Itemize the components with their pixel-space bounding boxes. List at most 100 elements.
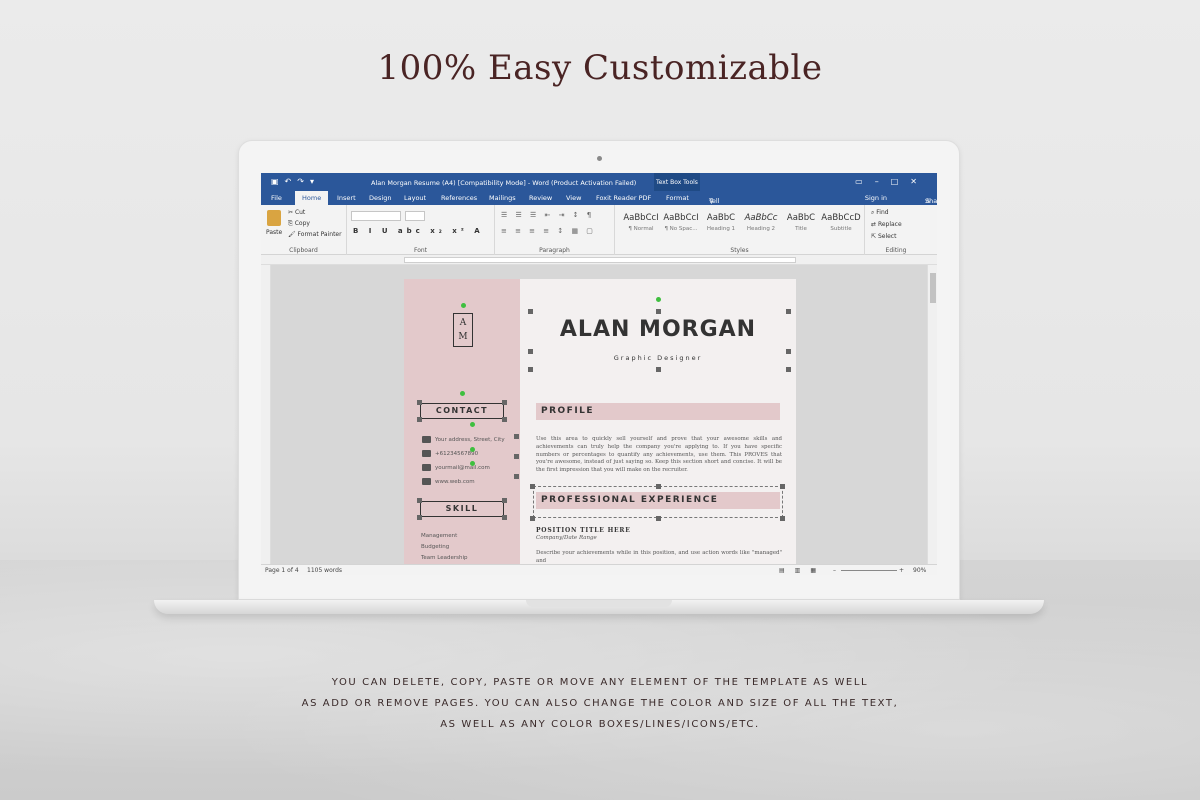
resize-handle[interactable] [502, 417, 507, 422]
rotate-handle[interactable] [461, 303, 466, 308]
font-format-buttons[interactable]: B I U abc x₂ x² A [353, 227, 484, 235]
zoom-in-icon[interactable]: + [899, 567, 904, 574]
profile-text[interactable]: Use this area to quickly sell yourself a… [536, 436, 782, 475]
horizontal-ruler[interactable] [261, 255, 937, 265]
contact-heading[interactable]: CONTACT [420, 403, 504, 419]
style-heading-2[interactable]: AaBbCc Heading 2 [741, 209, 781, 237]
experience-heading[interactable]: PROFESSIONAL EXPERIENCE [536, 492, 780, 509]
resize-handle[interactable] [528, 309, 533, 314]
zoom-out-icon[interactable]: – [833, 567, 836, 574]
select-button[interactable]: ⇱ Select [871, 233, 896, 240]
contact-web[interactable]: www.web.com [422, 478, 475, 485]
contact-email[interactable]: yourmail@mail.com [422, 464, 490, 471]
tab-references[interactable]: References [441, 194, 477, 202]
list-buttons[interactable]: ☰ ☰ ☰ ⇤ ⇥ ↕ ¶ [501, 211, 594, 219]
rotate-handle[interactable] [656, 297, 661, 302]
tab-design[interactable]: Design [369, 194, 391, 202]
resize-handle[interactable] [417, 515, 422, 520]
style-no-spacing[interactable]: AaBbCcI ¶ No Spac... [661, 209, 701, 237]
vertical-scrollbar[interactable] [927, 265, 937, 564]
rotate-handle[interactable] [470, 447, 475, 452]
view-buttons[interactable]: ▤▥▦ [779, 567, 826, 574]
resize-handle[interactable] [786, 367, 791, 372]
resize-handle[interactable] [514, 434, 519, 439]
resize-handle[interactable] [514, 454, 519, 459]
resize-handle[interactable] [417, 498, 422, 503]
page-count[interactable]: Page 1 of 4 [265, 567, 299, 574]
document-area[interactable]: A M CONTACT Your address, Street, City +… [261, 265, 937, 564]
copy-button[interactable]: ⎘ Copy [288, 220, 310, 228]
resize-handle[interactable] [502, 400, 507, 405]
tab-file[interactable]: File [271, 194, 282, 202]
profile-heading[interactable]: PROFILE [536, 403, 780, 420]
tab-format[interactable]: Format [666, 194, 689, 202]
resize-handle[interactable] [417, 417, 422, 422]
skill-heading[interactable]: SKILL [420, 501, 504, 517]
format-painter-label: Format Painter [297, 231, 342, 238]
resume-role[interactable]: Graphic Designer [528, 354, 788, 362]
resize-handle[interactable] [786, 349, 791, 354]
word-count[interactable]: 1105 words [307, 567, 342, 574]
resize-handle[interactable] [514, 474, 519, 479]
quick-access-icons[interactable]: ▣↶↷▾ [271, 177, 320, 186]
resize-handle[interactable] [656, 367, 661, 372]
font-size-box[interactable] [405, 211, 425, 221]
monogram[interactable]: A M [453, 313, 473, 347]
position-title[interactable]: POSITION TITLE HERE [536, 527, 631, 534]
vertical-ruler[interactable] [261, 265, 271, 564]
format-painter-button[interactable]: 🖌 Format Painter [288, 231, 342, 238]
zoom-slider[interactable] [841, 570, 897, 571]
skill-item[interactable]: Management [421, 533, 457, 539]
scroll-thumb[interactable] [930, 273, 936, 303]
style-heading-1[interactable]: AaBbC Heading 1 [701, 209, 741, 237]
paragraph-group: ☰ ☰ ☰ ⇤ ⇥ ↕ ¶ ≡ ≡ ≡ ≡ ↕ ▦ ▢ Paragraph [495, 205, 615, 255]
skill-item[interactable]: Team Leadership [421, 555, 468, 561]
rotate-handle[interactable] [460, 391, 465, 396]
resize-handle[interactable] [656, 516, 661, 521]
resize-handle[interactable] [530, 516, 535, 521]
resize-handle[interactable] [656, 484, 661, 489]
font-name-box[interactable] [351, 211, 401, 221]
resize-handle[interactable] [530, 484, 535, 489]
style-preview: AaBbCcI [663, 213, 699, 223]
monogram-letter-2: M [458, 332, 468, 342]
resize-handle[interactable] [786, 309, 791, 314]
align-buttons[interactable]: ≡ ≡ ≡ ≡ ↕ ▦ ▢ [501, 227, 596, 235]
resize-handle[interactable] [528, 367, 533, 372]
find-button[interactable]: ⌕ Find [871, 209, 889, 217]
resize-handle[interactable] [780, 484, 785, 489]
tab-mailings[interactable]: Mailings [489, 194, 516, 202]
resize-handle[interactable] [502, 515, 507, 520]
share-label: Share [925, 197, 937, 205]
resume-page[interactable]: A M CONTACT Your address, Street, City +… [404, 279, 796, 564]
style-normal[interactable]: AaBbCcI ¶ Normal [621, 209, 661, 237]
resize-handle[interactable] [528, 349, 533, 354]
style-title[interactable]: AaBbC Title [781, 209, 821, 237]
rotate-handle[interactable] [470, 461, 475, 466]
paste-icon[interactable] [267, 210, 281, 226]
style-subtitle[interactable]: AaBbCcD Subtitle [821, 209, 861, 237]
tab-layout[interactable]: Layout [404, 194, 426, 202]
zoom-level[interactable]: 90% [913, 567, 926, 574]
tab-insert[interactable]: Insert [337, 194, 356, 202]
tab-review[interactable]: Review [529, 194, 552, 202]
resize-handle[interactable] [417, 400, 422, 405]
company-date[interactable]: Company/Date Range [536, 535, 597, 541]
replace-button[interactable]: ⇄ Replace [871, 221, 902, 228]
contact-address[interactable]: Your address, Street, City [422, 436, 505, 443]
paste-button[interactable]: Paste [266, 229, 282, 236]
rotate-handle[interactable] [470, 422, 475, 427]
cut-button[interactable]: ✂ Cut [288, 209, 305, 216]
tab-foxit[interactable]: Foxit Reader PDF [596, 194, 651, 202]
sign-in-link[interactable]: Sign in [865, 194, 887, 202]
skill-item[interactable]: Budgeting [421, 544, 449, 550]
resume-name[interactable]: ALAN MORGAN [528, 317, 788, 342]
tab-home[interactable]: Home [295, 191, 329, 205]
resize-handle[interactable] [502, 498, 507, 503]
experience-text[interactable]: Describe your achievements while in this… [536, 550, 782, 564]
tab-view[interactable]: View [566, 194, 581, 202]
resize-handle[interactable] [780, 516, 785, 521]
window-controls[interactable]: ▭–□✕ [855, 177, 929, 186]
resize-handle[interactable] [656, 309, 661, 314]
laptop-base [154, 600, 1044, 614]
